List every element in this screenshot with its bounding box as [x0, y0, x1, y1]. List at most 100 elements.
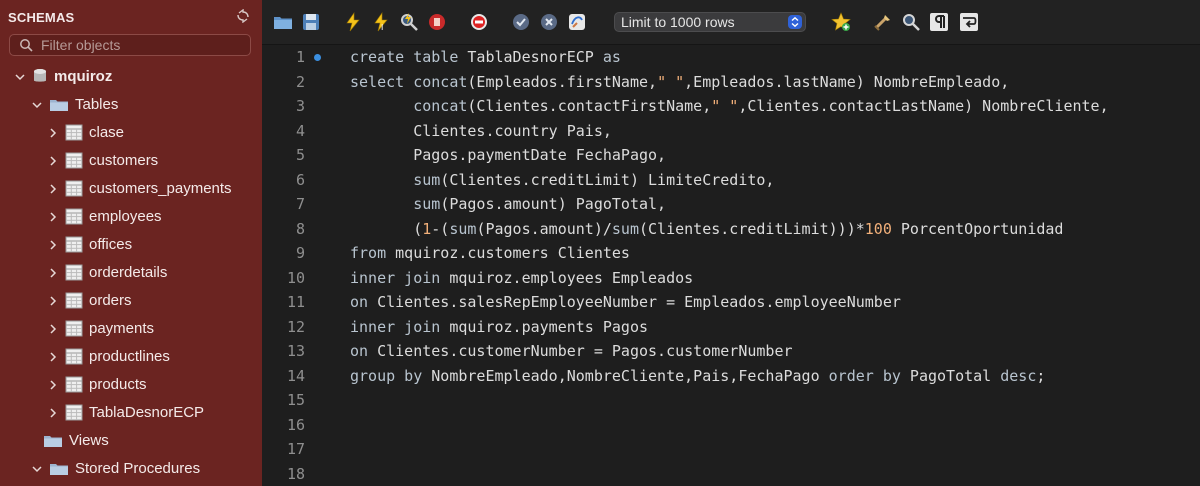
sql-keyword: select	[350, 72, 405, 91]
chevron-right-icon[interactable]	[47, 238, 59, 250]
autocommit-icon[interactable]	[566, 11, 588, 33]
line-number: 1	[295, 48, 305, 66]
sql-keyword: sum	[413, 170, 441, 189]
line-number: 14	[286, 366, 305, 385]
chevron-right-icon[interactable]	[47, 210, 59, 222]
filter-input[interactable]	[41, 37, 241, 53]
line-number: 4	[295, 121, 305, 140]
table-item[interactable]: productlines	[47, 342, 170, 370]
sql-keyword: group by	[350, 366, 423, 385]
sql-number: 1	[422, 219, 432, 238]
line-number: 8	[295, 219, 305, 238]
sql-text: ;	[1036, 366, 1046, 385]
toggle-error-icon[interactable]	[468, 11, 490, 33]
database-icon	[32, 68, 48, 84]
line-number: 10	[286, 268, 305, 287]
sql-text: NombreEmpleado,NombreCliente,Pais,FechaP…	[422, 366, 829, 385]
rollback-icon[interactable]	[538, 11, 560, 33]
find-icon[interactable]	[900, 11, 922, 33]
chevron-right-icon[interactable]	[47, 154, 59, 166]
code-line: sum(Clientes.creditLimit) LimiteCredito,	[350, 168, 774, 192]
table-item[interactable]: payments	[47, 314, 154, 342]
line-number: 12	[286, 317, 305, 336]
table-icon	[65, 320, 83, 337]
table-item-label: employees	[89, 207, 162, 225]
schema-mquiroz[interactable]: mquiroz	[14, 62, 112, 90]
code-line: Clientes.country Pais,	[350, 119, 612, 143]
folder-icon	[49, 460, 69, 476]
table-item[interactable]: offices	[47, 230, 132, 258]
sql-text: (Clientes.creditLimit) LimiteCredito,	[440, 170, 775, 189]
sql-string: " "	[711, 97, 739, 115]
line-number: 5	[295, 146, 305, 164]
chevron-right-icon[interactable]	[47, 322, 59, 334]
sql-text: mquiroz.employees Empleados	[440, 268, 694, 287]
table-item[interactable]: products	[47, 370, 147, 398]
table-item[interactable]: customers	[47, 146, 158, 174]
chevron-down-icon[interactable]	[14, 70, 26, 82]
table-item[interactable]: orders	[47, 286, 132, 314]
table-icon	[65, 292, 83, 309]
sql-string: " "	[657, 72, 685, 91]
table-icon	[65, 124, 83, 141]
code-line: from mquiroz.customers Clientes	[350, 241, 630, 265]
sql-text: (Clientes.contactFirstName,	[467, 97, 712, 115]
chevron-right-icon[interactable]	[47, 126, 59, 138]
chevron-right-icon[interactable]	[47, 266, 59, 278]
tree-views[interactable]: Views	[31, 426, 109, 454]
save-icon[interactable]	[300, 11, 322, 33]
line-number: 16	[286, 415, 305, 434]
chevron-right-icon[interactable]	[47, 294, 59, 306]
execute-statement-icon[interactable]: I	[370, 11, 392, 33]
table-icon	[65, 208, 83, 225]
chevron-right-icon[interactable]	[47, 350, 59, 362]
beautify-icon[interactable]	[872, 11, 894, 33]
chevron-right-icon[interactable]	[47, 182, 59, 194]
sql-keyword: as	[602, 48, 621, 66]
chevron-down-icon[interactable]	[31, 462, 43, 474]
stop-icon[interactable]	[426, 11, 448, 33]
line-number: 13	[286, 342, 305, 360]
commit-icon[interactable]	[510, 11, 532, 33]
execute-icon[interactable]	[342, 11, 364, 33]
table-item-label: products	[89, 375, 147, 393]
filter-field[interactable]	[9, 34, 251, 56]
line-number: 17	[286, 440, 305, 458]
chevron-right-icon[interactable]	[47, 406, 59, 418]
tree-views-label: Views	[69, 431, 109, 449]
table-item[interactable]: clase	[47, 118, 124, 146]
code-line: sum(Pagos.amount) PagoTotal,	[350, 192, 666, 216]
sql-text: (Empleados.firstName,	[467, 72, 658, 91]
sql-editor[interactable]: 1 2 3 4 5 6 7 8 9 10 11 12 13 14 15 16 17 18 create table…	[262, 45, 1200, 486]
table-item-label: TablaDesnorECP	[89, 403, 205, 421]
open-folder-icon[interactable]	[272, 11, 294, 33]
sql-keyword: inner join	[350, 317, 441, 336]
explain-icon[interactable]	[398, 11, 420, 33]
table-item-label: customers	[89, 151, 159, 169]
code-line: on Clientes.salesRepEmployeeNumber = Emp…	[350, 290, 901, 314]
sql-text: (Clientes.creditLimit)))*	[639, 219, 865, 238]
table-item[interactable]: customers_payments	[47, 174, 232, 202]
add-snippet-icon[interactable]	[830, 11, 852, 33]
sql-keyword: concat	[413, 97, 468, 115]
sql-keyword: create table	[350, 48, 459, 66]
table-item[interactable]: orderdetails	[47, 258, 167, 286]
code-line: on Clientes.customerNumber = Pagos.custo…	[350, 339, 793, 363]
word-wrap-icon[interactable]	[958, 11, 980, 33]
sql-keyword: inner join	[350, 268, 441, 287]
tree-stored-procedures[interactable]: Stored Procedures	[31, 454, 200, 482]
chevron-right-icon[interactable]	[47, 378, 59, 390]
sql-keyword: order by	[828, 366, 901, 385]
table-item[interactable]: TablaDesnorECP	[47, 398, 204, 426]
chevron-down-icon[interactable]	[31, 98, 43, 110]
table-item[interactable]: employees	[47, 202, 162, 230]
refresh-icon[interactable]	[236, 8, 250, 26]
invisible-chars-icon[interactable]	[928, 11, 950, 33]
sql-text: ,Empleados.lastName) NombreEmpleado,	[684, 72, 1010, 91]
table-item-label: clase	[89, 123, 125, 141]
tree-tables[interactable]: Tables	[31, 90, 118, 118]
sql-text: Clientes.salesRepEmployeeNumber = Emplea…	[368, 293, 901, 311]
limit-rows-select[interactable]: Limit to 1000 rows	[614, 12, 806, 32]
search-icon	[20, 39, 33, 52]
table-icon	[65, 404, 83, 421]
